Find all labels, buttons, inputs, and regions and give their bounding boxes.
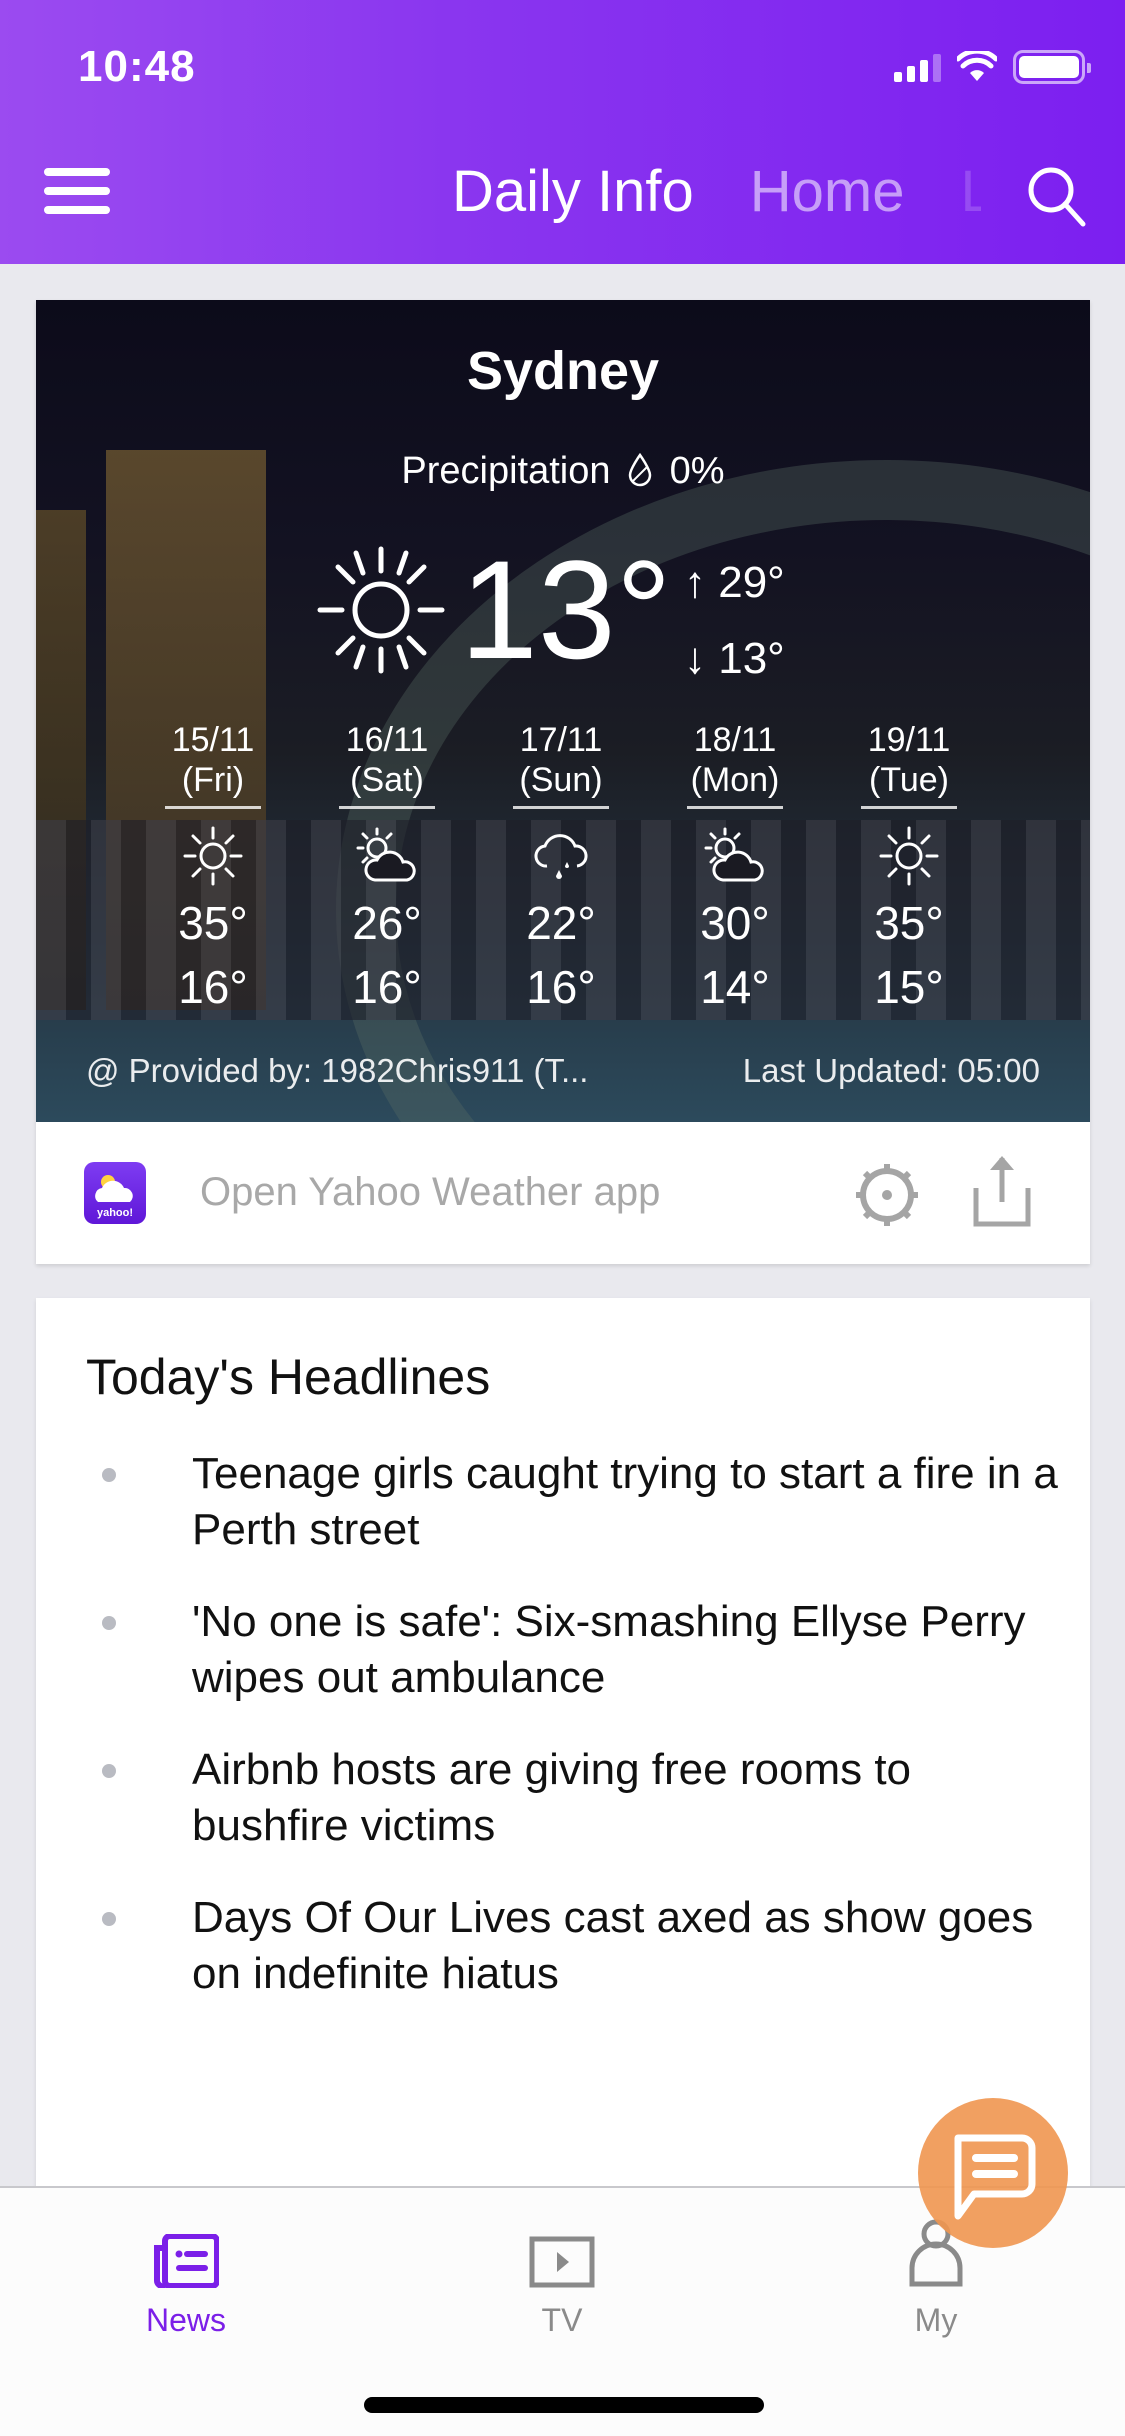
hamburger-icon <box>44 168 110 176</box>
provided-by: @ Provided by: 1982Chris911 (T... <box>86 1052 589 1089</box>
bullet-icon <box>102 1616 116 1630</box>
tv-play-icon <box>529 2236 595 2288</box>
cellular-signal-icon <box>894 52 941 82</box>
precipitation-label: Precipitation <box>401 450 611 492</box>
forecast-day: 16/11 (Sat) 26° 16° <box>300 720 474 1019</box>
app-header: 10:48 Daily Info Home L <box>0 0 1125 264</box>
current-conditions: 13° <box>316 540 672 680</box>
forecast-weekday: (Sun) <box>519 761 603 799</box>
headline-text: 'No one is safe': Six-smashing Ellyse Pe… <box>192 1597 1026 1702</box>
weather-card-footer: yahoo! Open Yahoo Weather app <box>36 1122 1090 1264</box>
forecast-low: 15° <box>874 961 944 1013</box>
headline-text: Days Of Our Lives cast axed as show goes… <box>192 1893 1034 1998</box>
tab-partial[interactable]: L <box>961 158 981 225</box>
chat-bubble-icon <box>954 2134 1036 2220</box>
forecast-weekday: (Tue) <box>869 761 949 799</box>
forecast-weekday: (Mon) <box>690 761 780 799</box>
menu-button[interactable] <box>44 168 110 214</box>
tab-tv-label: TV <box>541 2302 583 2338</box>
forecast-day: 15/11 (Fri) 35° 16° <box>126 720 300 1019</box>
tab-daily-info[interactable]: Daily Info <box>452 158 694 225</box>
forecast-high: 35° <box>178 897 248 949</box>
headline-text: Airbnb hosts are giving free rooms to bu… <box>192 1745 912 1850</box>
forecast-weekday: (Fri) <box>181 761 245 799</box>
svg-text:yahoo!: yahoo! <box>97 1207 133 1219</box>
status-icons <box>894 50 1091 84</box>
headline-list: Teenage girls caught trying to start a f… <box>86 1446 1066 2038</box>
tab-my-label: My <box>914 2302 958 2338</box>
forecast-high: 26° <box>352 897 422 949</box>
tab-news-label: News <box>145 2302 226 2338</box>
weather-card[interactable]: Sydney Precipitation 0% 13° ↑ 29° ↓ 13° … <box>36 300 1090 1264</box>
wifi-icon <box>957 51 997 81</box>
arrow-up-icon: ↑ <box>684 558 706 607</box>
current-temperature: 13° <box>460 531 672 688</box>
high-low: ↑ 29° ↓ 13° <box>684 545 785 697</box>
partly-cloudy-icon <box>300 821 474 891</box>
forecast-low: 16° <box>526 961 596 1013</box>
weather-background: Sydney Precipitation 0% 13° ↑ 29° ↓ 13° … <box>36 300 1090 1122</box>
forecast-date: 18/11 <box>693 721 777 759</box>
forecast-date: 19/11 <box>867 721 951 759</box>
high-temp: 29° <box>718 558 785 607</box>
forecast-high: 22° <box>526 897 596 949</box>
headline-item[interactable]: Teenage girls caught trying to start a f… <box>86 1446 1066 1558</box>
forecast-date: 15/11 <box>171 721 255 759</box>
tab-news[interactable]: News <box>86 2218 286 2339</box>
forecast-high: 35° <box>874 897 944 949</box>
raindrop-icon <box>628 452 652 487</box>
precipitation: Precipitation 0% <box>36 450 1090 493</box>
partly-cloudy-icon <box>648 821 822 891</box>
forecast-high: 30° <box>700 897 770 949</box>
yahoo-weather-app-icon[interactable]: yahoo! <box>84 1162 146 1224</box>
headline-item[interactable]: Airbnb hosts are giving free rooms to bu… <box>86 1742 1066 1854</box>
bullet-icon <box>102 1468 116 1482</box>
forecast-low: 16° <box>178 961 248 1013</box>
home-indicator[interactable] <box>364 2397 764 2413</box>
precipitation-value: 0% <box>669 450 725 492</box>
headline-text: Teenage girls caught trying to start a f… <box>192 1449 1058 1554</box>
chat-button[interactable] <box>918 2098 1068 2248</box>
forecast-weekday: (Sat) <box>350 761 424 799</box>
top-nav-tabs: Daily Info Home L <box>452 158 981 225</box>
sun-icon <box>317 546 445 674</box>
search-icon[interactable] <box>1025 164 1089 228</box>
open-yahoo-weather-link[interactable]: Open Yahoo Weather app <box>200 1170 660 1215</box>
forecast-day: 19/11 (Tue) 35° 15° <box>822 720 996 1019</box>
gear-icon[interactable] <box>852 1160 922 1230</box>
headlines-card: Today's Headlines Teenage girls caught t… <box>36 1298 1090 2198</box>
headline-item[interactable]: Days Of Our Lives cast axed as show goes… <box>86 1890 1066 2002</box>
headlines-title: Today's Headlines <box>86 1349 491 1405</box>
last-updated: Last Updated: 05:00 <box>742 1052 1040 1089</box>
tab-home[interactable]: Home <box>750 158 905 225</box>
forecast-low: 16° <box>352 961 422 1013</box>
rain-cloud-icon <box>474 821 648 891</box>
headline-item[interactable]: 'No one is safe': Six-smashing Ellyse Pe… <box>86 1594 1066 1706</box>
forecast-row: 15/11 (Fri) 35° 16° 16/11 (Sat) 26° 16° <box>126 720 996 1019</box>
bullet-icon <box>102 1912 116 1926</box>
arrow-down-icon: ↓ <box>684 634 706 683</box>
sun-icon <box>822 821 996 891</box>
low-temp: 13° <box>718 634 785 683</box>
tab-tv[interactable]: TV <box>462 2218 662 2339</box>
city-name: Sydney <box>466 341 660 401</box>
newspaper-icon <box>154 2234 219 2288</box>
forecast-date: 17/11 <box>519 721 603 759</box>
battery-icon <box>1013 50 1091 84</box>
bullet-icon <box>102 1764 116 1778</box>
sun-icon <box>126 821 300 891</box>
status-time: 10:48 <box>78 42 196 91</box>
forecast-date: 16/11 <box>345 721 429 759</box>
forecast-day: 18/11 (Mon) 30° 14° <box>648 720 822 1019</box>
share-icon[interactable] <box>972 1152 1032 1228</box>
forecast-low: 14° <box>700 961 770 1013</box>
forecast-day: 17/11 (Sun) 22° 16° <box>474 720 648 1019</box>
